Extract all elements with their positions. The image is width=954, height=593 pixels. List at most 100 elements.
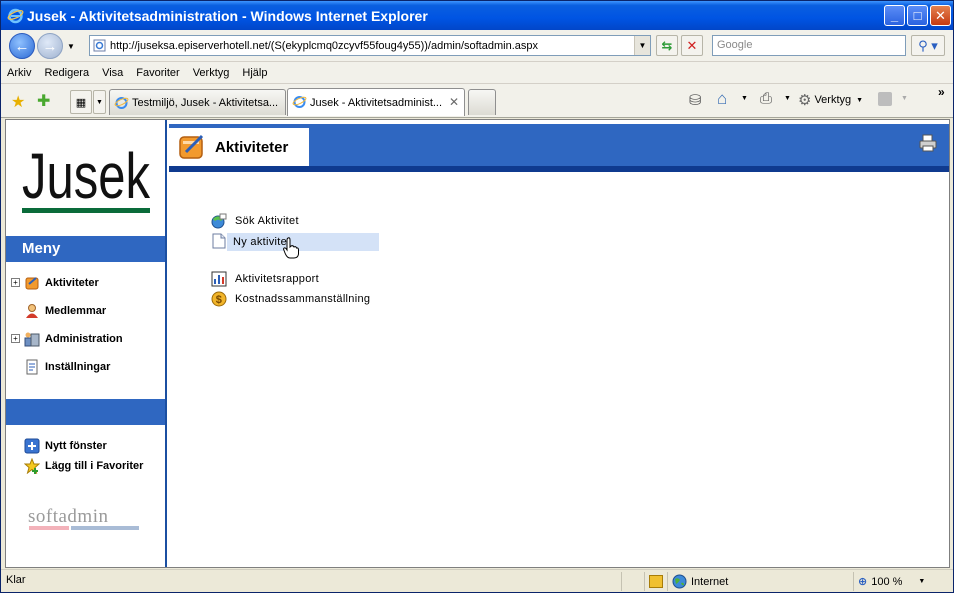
activities-header-icon xyxy=(179,134,204,159)
tools-menu-button[interactable]: ⚙ Verktyg ▼ xyxy=(798,91,863,109)
print-dropdown-icon[interactable]: ▼ xyxy=(784,95,791,102)
link-label: Kostnadssammanställning xyxy=(235,293,371,305)
page-header: Aktiviteter xyxy=(169,124,949,166)
link-kostnadssammanstallning[interactable]: $ Kostnadssammanställning xyxy=(211,290,370,308)
expand-icon[interactable]: + xyxy=(11,278,20,287)
zoom-icon: ⊕ xyxy=(858,576,868,588)
zone-label: Internet xyxy=(691,575,729,588)
search-icon: ⚲ ▾ xyxy=(918,37,938,53)
printer-icon[interactable] xyxy=(919,134,937,152)
print-icon[interactable]: ⎙ xyxy=(760,90,772,107)
action-label: Lägg till i Favoriter xyxy=(45,460,144,472)
activities-icon xyxy=(25,277,39,290)
softadmin-text: softadmin xyxy=(28,506,109,527)
home-dropdown-icon[interactable]: ▼ xyxy=(741,95,748,102)
status-text: Klar xyxy=(6,574,26,586)
quick-tabs-button[interactable]: ▦ xyxy=(70,90,92,114)
svg-text:$: $ xyxy=(216,294,222,306)
zone-cell[interactable]: Internet xyxy=(667,572,852,591)
logo-text: Jusek xyxy=(22,140,151,212)
new-document-icon xyxy=(212,233,226,249)
menu-verktyg[interactable]: Verktyg xyxy=(193,67,230,79)
refresh-icon: ⇆ xyxy=(661,37,673,53)
main-panel: Aktiviteter Sök Aktivitet Ny aktivitet A… xyxy=(169,120,949,567)
new-tab-button[interactable] xyxy=(468,89,496,115)
protected-mode-cell[interactable] xyxy=(644,572,666,591)
add-favorite-icon xyxy=(24,458,40,474)
add-favorite-star-icon[interactable]: ✚ xyxy=(37,91,50,111)
arrow-left-icon: ← xyxy=(14,37,30,55)
ie-logo-icon xyxy=(7,8,24,24)
softadmin-logo: softadmin xyxy=(28,506,140,532)
address-bar: ← → ▼ http://juseksa.episerverhotell.net… xyxy=(1,30,953,62)
menu-redigera[interactable]: Redigera xyxy=(44,67,89,79)
tab-label: Testmiljö, Jusek - Aktivitetsa... xyxy=(132,96,279,109)
page-content: Jusek Meny + Aktiviteter Medlemmar + Adm… xyxy=(5,119,950,568)
url-field[interactable]: http://juseksa.episerverhotell.net/(S(ek… xyxy=(89,35,651,56)
tab-list-dropdown[interactable]: ▼ xyxy=(93,90,106,114)
members-icon xyxy=(26,304,38,318)
search-input[interactable]: Google xyxy=(712,35,906,56)
quick-tabs-icon: ▦ xyxy=(75,96,87,109)
title-bar: Jusek - Aktivitetsadministration - Windo… xyxy=(1,1,953,30)
rss-icon[interactable] xyxy=(878,92,892,106)
toolbar-overflow-icon[interactable]: » xyxy=(938,85,945,99)
ie-tab-icon xyxy=(292,96,307,108)
link-label: Ny aktivitet xyxy=(233,236,291,248)
protected-mode-icon xyxy=(649,575,663,588)
sidebar-item-label: Administration xyxy=(45,333,123,345)
link-label: Sök Aktivitet xyxy=(235,215,299,227)
zoom-level: 100 % xyxy=(871,575,903,588)
sidebar-item-label: Medlemmar xyxy=(45,305,107,317)
new-window-icon xyxy=(24,438,40,454)
status-bar: Klar Internet ⊕ 100 % ▼ xyxy=(1,569,953,592)
search-button[interactable]: ⚲ ▾ xyxy=(911,35,945,56)
menu-hjalp[interactable]: Hjälp xyxy=(242,67,267,79)
link-label: Aktivitetsrapport xyxy=(235,273,319,285)
browser-window: Jusek - Aktivitetsadministration - Windo… xyxy=(0,0,954,593)
forward-button[interactable]: → xyxy=(37,33,63,59)
link-ny-aktivitet[interactable]: Ny aktivitet xyxy=(227,233,379,251)
rss-dropdown-icon[interactable]: ▼ xyxy=(901,95,908,102)
menu-favoriter[interactable]: Favoriter xyxy=(136,67,179,79)
report-chart-icon xyxy=(211,271,227,287)
tab-jusek-active[interactable]: Jusek - Aktivitetsadminist... ✕ xyxy=(287,88,465,116)
arrow-right-icon: → xyxy=(42,37,58,55)
action-label: Nytt fönster xyxy=(45,440,107,452)
page-title-tab: Aktiviteter xyxy=(169,128,309,166)
header-underline xyxy=(169,166,949,172)
stop-button[interactable]: ✕ xyxy=(681,35,703,56)
home-icon[interactable]: ⌂ xyxy=(717,89,727,109)
page-icon xyxy=(93,39,106,52)
zoom-control[interactable]: ⊕ 100 % ▼ xyxy=(853,572,951,591)
stop-icon: ✕ xyxy=(686,37,698,53)
url-dropdown-icon[interactable]: ▼ xyxy=(634,36,650,55)
menu-arkiv[interactable]: Arkiv xyxy=(7,67,31,79)
favorites-star-icon[interactable]: ★ xyxy=(11,92,25,112)
zoom-dropdown-icon[interactable]: ▼ xyxy=(918,578,925,585)
sidebar-separator-bar xyxy=(6,399,165,425)
tab-testmiljo[interactable]: Testmiljö, Jusek - Aktivitetsa... xyxy=(109,89,286,115)
history-dropdown[interactable]: ▼ xyxy=(67,42,75,51)
window-title: Jusek - Aktivitetsadministration - Windo… xyxy=(27,7,428,24)
globe-icon xyxy=(672,574,687,589)
settings-icon xyxy=(26,359,38,375)
close-tab-icon[interactable]: ✕ xyxy=(449,95,459,109)
feeds-reader-icon[interactable]: ⛁ xyxy=(689,91,702,109)
tab-bar: ★ ✚ ▦ ▼ Testmiljö, Jusek - Aktivitetsa..… xyxy=(1,84,953,118)
expand-icon[interactable]: + xyxy=(11,334,20,343)
jusek-logo: Jusek xyxy=(22,140,151,213)
sidebar-item-label: Inställningar xyxy=(45,361,111,373)
link-aktivitetsrapport[interactable]: Aktivitetsrapport xyxy=(211,270,319,288)
link-sok-aktivitet[interactable]: Sök Aktivitet xyxy=(211,212,299,230)
menu-bar: Arkiv Redigera Visa Favoriter Verktyg Hj… xyxy=(1,62,953,84)
minimize-button[interactable]: _ xyxy=(884,5,905,26)
back-button[interactable]: ← xyxy=(9,33,35,59)
administration-icon xyxy=(24,332,40,347)
maximize-button[interactable]: □ xyxy=(907,5,928,26)
refresh-button[interactable]: ⇆ xyxy=(656,35,678,56)
menu-visa[interactable]: Visa xyxy=(102,67,123,79)
cost-coin-icon: $ xyxy=(211,291,227,307)
close-window-button[interactable]: ✕ xyxy=(930,5,951,26)
url-text: http://juseksa.episerverhotell.net/(S(ek… xyxy=(110,39,538,52)
